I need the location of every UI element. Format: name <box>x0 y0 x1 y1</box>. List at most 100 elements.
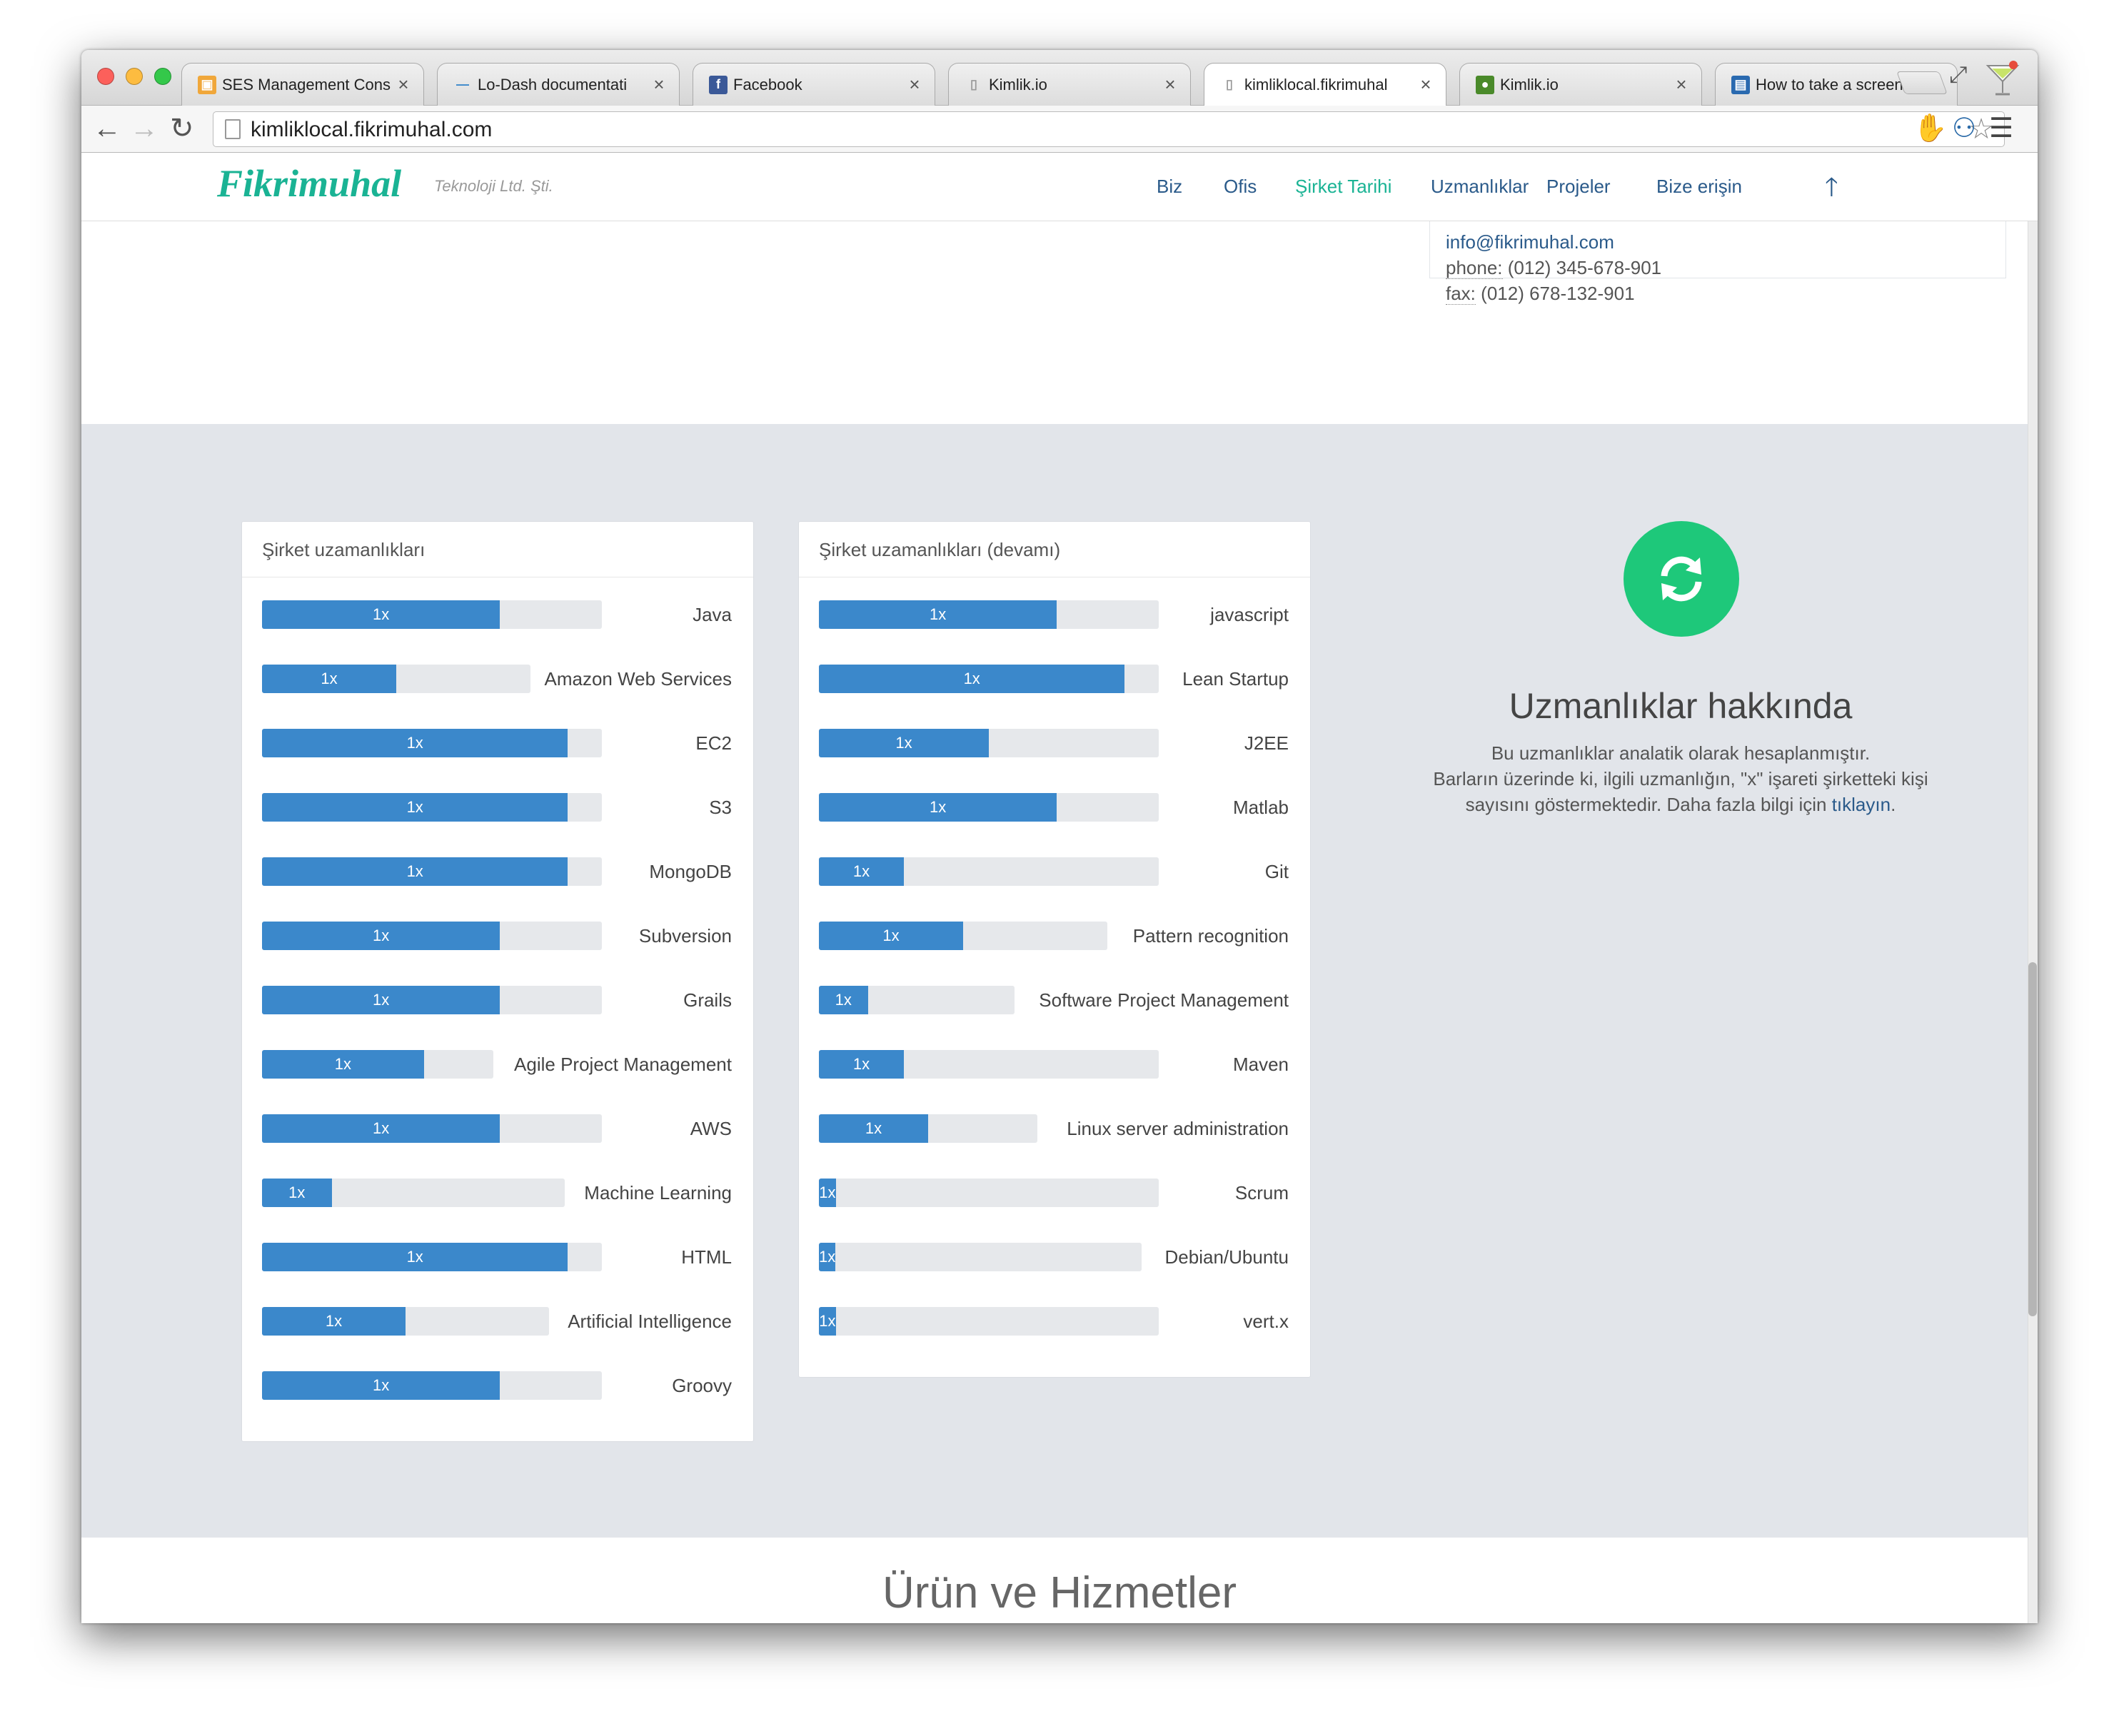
skill-row: 1x Subversion <box>262 922 732 950</box>
close-tab-icon[interactable]: × <box>649 74 669 96</box>
tab-title: SES Management Cons <box>222 75 391 94</box>
products-title: Ürün ve Hizmetler <box>882 1568 1237 1618</box>
skill-progress-bar: 1x <box>819 793 1159 822</box>
about-title: Uzmanlıklar hakkında <box>1509 686 1853 726</box>
forward-button[interactable]: → <box>130 111 158 146</box>
skill-count-badge: 1x <box>819 1179 836 1207</box>
lodash-icon: — <box>456 77 469 91</box>
tab-title: Lo-Dash documentati <box>478 75 628 94</box>
skill-label: Scrum <box>1234 1182 1289 1203</box>
skill-row: 1x Scrum <box>819 1179 1289 1207</box>
browser-tab[interactable]: ● Kimlik.io × <box>1459 63 1702 106</box>
skill-progress-bar: 1x <box>819 922 1107 950</box>
phone-label: phone: <box>1446 257 1503 279</box>
nav-item-sirket-tarihi[interactable]: Şirket Tarihi <box>1295 176 1391 198</box>
skill-progress-bar: 1x <box>819 665 1159 693</box>
skill-count-badge: 1x <box>262 600 500 629</box>
nav-item-bize-erisin[interactable]: Bize erişin <box>1656 176 1742 198</box>
scrollbar-thumb[interactable] <box>2028 962 2037 1316</box>
tab-title: kimliklocal.fikrimuhal <box>1244 75 1388 94</box>
nav-item-biz[interactable]: Biz <box>1157 176 1182 198</box>
nav-item-uzmanliklar[interactable]: Uzmanlıklar <box>1431 176 1529 198</box>
skill-label: Debian/Ubuntu <box>1164 1246 1289 1268</box>
page-icon <box>225 119 241 139</box>
skill-count-badge: 1x <box>262 986 500 1014</box>
skill-label: Git <box>1264 861 1289 882</box>
address-bar[interactable]: kimliklocal.fikrimuhal.com ☆ <box>213 111 2005 147</box>
adblock-icon[interactable]: ✋ <box>1913 113 1947 144</box>
skills-panel-left: Şirket uzamanlıkları 1x Java 1x Amazon Web … <box>241 521 754 1442</box>
more-info-link[interactable]: tıklayın <box>1832 794 1891 815</box>
skill-label: Grails <box>683 989 732 1011</box>
skill-label: Agile Project Management <box>514 1054 732 1075</box>
skill-label: vert.x <box>1243 1311 1289 1332</box>
nav-item-ofis[interactable]: Ofis <box>1224 176 1257 198</box>
skill-count-badge: 1x <box>819 857 904 886</box>
skill-row: 1x Groovy <box>262 1371 732 1400</box>
menu-icon[interactable]: ☰ <box>1989 113 2013 144</box>
browser-toolbar: ← → ↻ kimliklocal.fikrimuhal.com ☆ ✋ ⚇ ☰ <box>81 106 2038 153</box>
fullscreen-icon[interactable]: ⤢ <box>1949 61 1968 89</box>
skill-row: 1x Agile Project Management <box>262 1050 732 1079</box>
skill-label: Software Project Management <box>1039 989 1289 1011</box>
skill-count-badge: 1x <box>819 665 1125 693</box>
skill-progress-bar: 1x <box>262 600 602 629</box>
scrollbar-track[interactable] <box>2028 153 2038 1623</box>
new-tab-button[interactable] <box>1896 71 1948 94</box>
tab-title: Kimlik.io <box>1500 75 1559 94</box>
about-text: . <box>1891 794 1896 815</box>
browser-tab[interactable]: f Facebook × <box>693 63 935 106</box>
skills-section: Şirket uzamanlıkları 1x Java 1x Amazon Web … <box>81 424 2028 1538</box>
skill-label: Linux server administration <box>1067 1118 1289 1139</box>
minimize-window-button[interactable] <box>126 68 143 85</box>
cocktail-icon[interactable] <box>1983 59 2022 99</box>
page-viewport: Fikrimuhal Teknoloji Ltd. Şti. Biz Ofis … <box>81 153 2038 1623</box>
tab-strip: ▣ SES Management Cons × — Lo-Dash documentat… <box>181 63 2038 106</box>
skill-count-badge: 1x <box>819 1307 836 1336</box>
close-tab-icon[interactable]: × <box>1671 74 1691 96</box>
skill-count-badge: 1x <box>262 857 568 886</box>
browser-tab[interactable]: ▯ kimliklocal.fikrimuhal × <box>1204 63 1446 106</box>
skill-label: Lean Startup <box>1182 668 1289 690</box>
skill-row: 1x Matlab <box>819 793 1289 822</box>
skill-progress-bar: 1x <box>262 1243 602 1271</box>
arrow-up-icon[interactable]: 🡑 <box>1825 168 1838 212</box>
skill-progress-bar: 1x <box>819 986 1015 1014</box>
extension-icon[interactable]: ⚇ <box>1952 113 1976 144</box>
skill-count-badge: 1x <box>819 729 989 757</box>
phone-value: (012) 345-678-901 <box>1507 257 1662 278</box>
close-tab-icon[interactable]: × <box>1416 74 1436 96</box>
skill-row: 1x Grails <box>262 986 732 1014</box>
browser-tab[interactable]: — Lo-Dash documentati × <box>437 63 680 106</box>
skill-progress-bar: 1x <box>262 1179 565 1207</box>
close-tab-icon[interactable]: × <box>1160 74 1180 96</box>
skills-panel-title: Şirket uzamanlıkları <box>242 522 753 577</box>
zoom-window-button[interactable] <box>154 68 171 85</box>
browser-tab[interactable]: ▣ SES Management Cons × <box>181 63 424 106</box>
skill-progress-bar: 1x <box>819 600 1159 629</box>
skill-count-badge: 1x <box>819 1050 904 1079</box>
skill-count-badge: 1x <box>819 922 963 950</box>
nav-item-projeler[interactable]: Projeler <box>1546 176 1611 198</box>
close-tab-icon[interactable]: × <box>393 74 413 96</box>
skill-progress-bar: 1x <box>262 729 602 757</box>
contact-email[interactable]: info@fikrimuhal.com <box>1446 231 1614 253</box>
browser-tab[interactable]: ▯ Kimlik.io × <box>948 63 1191 106</box>
skill-progress-bar: 1x <box>262 857 602 886</box>
back-button[interactable]: ← <box>93 111 121 146</box>
skill-progress-bar: 1x <box>819 1114 1037 1143</box>
site-logo[interactable]: Fikrimuhal <box>217 161 401 206</box>
about-text: sayısını göstermektedir. Daha fazla bilg… <box>1465 794 1832 815</box>
close-window-button[interactable] <box>97 68 114 85</box>
close-tab-icon[interactable]: × <box>905 74 925 96</box>
page-icon: ▯ <box>1226 77 1233 91</box>
skill-count-badge: 1x <box>262 922 500 950</box>
skill-count-badge: 1x <box>262 1243 568 1271</box>
about-text-line: Bu uzmanlıklar analatik olarak hesaplanm… <box>1491 742 1871 764</box>
skill-row: 1x Amazon Web Services <box>262 665 732 693</box>
skill-label: EC2 <box>695 732 732 754</box>
skill-count-badge: 1x <box>819 1114 928 1143</box>
browser-window: ▣ SES Management Cons × — Lo-Dash documentat… <box>81 50 2038 1623</box>
skill-count-badge: 1x <box>819 793 1057 822</box>
reload-button[interactable]: ↻ <box>170 111 194 146</box>
